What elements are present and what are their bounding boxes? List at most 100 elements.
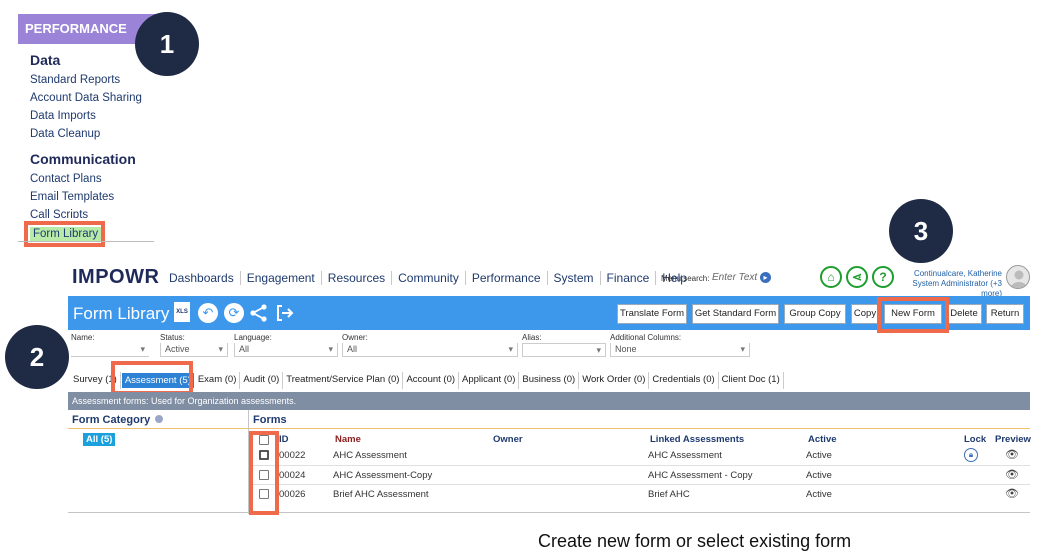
home-icon[interactable]: ⌂ <box>820 266 842 288</box>
row-name[interactable]: AHC Assessment-Copy <box>333 470 432 481</box>
column-header-lock[interactable]: Lock <box>964 434 986 445</box>
alias-filter-input[interactable] <box>522 343 606 357</box>
link-contact-plans[interactable]: Contact Plans <box>30 173 102 185</box>
row-linked: AHC Assessment - Copy <box>648 470 753 481</box>
name-filter-input[interactable] <box>71 343 149 357</box>
nav-dashboards[interactable]: Dashboards <box>163 271 241 285</box>
tab-applicant[interactable]: Applicant (0) <box>459 372 520 389</box>
row-id: 00022 <box>279 450 306 461</box>
additional-columns-label: Additional Columns: <box>610 333 682 342</box>
owner-filter-select[interactable]: All <box>342 343 518 357</box>
get-standard-form-button[interactable]: Get Standard Form <box>692 304 779 324</box>
alias-filter-label: Alias: <box>522 333 542 342</box>
column-header-name[interactable]: Name <box>335 434 361 445</box>
highlight-box-form-library <box>24 221 105 247</box>
lock-icon[interactable]: 🔒︎ <box>964 448 978 462</box>
section-title-communication: Communication <box>30 151 136 167</box>
table-row[interactable]: 00026 Brief AHC Assessment Brief AHC Act… <box>252 485 1030 504</box>
row-id: 00026 <box>279 489 306 500</box>
table-row[interactable]: 00022 AHC Assessment AHC Assessment Acti… <box>252 446 1030 465</box>
share-icon[interactable]: ⋖ <box>846 266 868 288</box>
preview-eye-icon[interactable]: 👁 <box>1005 448 1019 461</box>
section-title-data: Data <box>30 52 61 68</box>
link-call-scripts[interactable]: Call Scripts <box>30 209 88 218</box>
tab-credentials[interactable]: Credentials (0) <box>649 372 719 389</box>
page-title: Form Library <box>73 304 170 323</box>
row-linked: Brief AHC <box>648 489 690 500</box>
impowr-logo: IMPOWR <box>72 266 160 288</box>
return-button[interactable]: Return <box>986 304 1024 324</box>
tab-treatment-service-plan[interactable]: Treatment/Service Plan (0) <box>283 372 404 389</box>
column-header-id[interactable]: ID <box>279 434 289 445</box>
forms-heading: Forms <box>253 414 287 426</box>
delete-button[interactable]: Delete <box>946 304 982 324</box>
row-linked: AHC Assessment <box>648 450 722 461</box>
additional-columns-select[interactable]: None <box>610 343 750 357</box>
nav-finance[interactable]: Finance <box>601 271 657 285</box>
callout-step-3: 3 <box>889 199 953 263</box>
column-header-active[interactable]: Active <box>808 434 837 445</box>
help-icon[interactable]: ? <box>872 266 894 288</box>
share-icon[interactable] <box>249 303 269 323</box>
menu-search-label: Menu search: <box>661 274 710 283</box>
row-active: Active <box>806 470 832 481</box>
row-name[interactable]: AHC Assessment <box>333 450 407 461</box>
link-data-imports[interactable]: Data Imports <box>30 110 96 122</box>
nav-engagement[interactable]: Engagement <box>241 271 322 285</box>
sidebar-divider <box>18 241 154 242</box>
link-data-cleanup[interactable]: Data Cleanup <box>30 128 100 140</box>
user-name: Continualcare, Katherine <box>913 269 1002 278</box>
search-go-icon[interactable]: ▸ <box>760 272 771 283</box>
xls-icon[interactable]: XLS <box>174 302 190 322</box>
preview-eye-icon[interactable]: 👁 <box>1005 487 1019 500</box>
preview-eye-icon[interactable]: 👁 <box>1005 468 1019 481</box>
group-copy-button[interactable]: Group Copy <box>784 304 846 324</box>
tab-audit[interactable]: Audit (0) <box>240 372 284 389</box>
tab-business[interactable]: Business (0) <box>519 372 580 389</box>
form-category-heading: Form Category <box>72 414 164 426</box>
owner-filter-label: Owner: <box>342 333 368 342</box>
refresh-icon[interactable]: ⟳ <box>224 303 244 323</box>
info-bar: Assessment forms: Used for Organization … <box>68 392 1030 410</box>
link-account-data-sharing[interactable]: Account Data Sharing <box>30 92 142 104</box>
user-info[interactable]: Continualcare, Katherine System Administ… <box>896 269 1002 299</box>
top-nav: Dashboards Engagement Resources Communit… <box>163 271 693 285</box>
link-standard-reports[interactable]: Standard Reports <box>30 74 120 86</box>
menu-search-input[interactable]: Enter Text <box>712 272 757 283</box>
language-filter-label: Language: <box>234 333 272 342</box>
info-icon[interactable] <box>155 415 164 423</box>
link-email-templates[interactable]: Email Templates <box>30 191 114 203</box>
row-active: Active <box>806 450 832 461</box>
column-header-owner[interactable]: Owner <box>493 434 523 445</box>
nav-performance[interactable]: Performance <box>466 271 548 285</box>
tab-client-doc[interactable]: Client Doc (1) <box>719 372 784 389</box>
tab-exam[interactable]: Exam (0) <box>195 372 241 389</box>
category-all[interactable]: All (5) <box>83 433 116 446</box>
form-category-label: Form Category <box>72 414 151 426</box>
highlight-box-new-form <box>877 297 949 333</box>
row-active: Active <box>806 489 832 500</box>
column-header-preview[interactable]: Preview <box>995 434 1031 445</box>
undo-icon[interactable]: ↶ <box>198 303 218 323</box>
status-filter-label: Status: <box>160 333 185 342</box>
nav-system[interactable]: System <box>548 271 601 285</box>
tab-work-order[interactable]: Work Order (0) <box>579 372 650 389</box>
tab-account[interactable]: Account (0) <box>403 372 460 389</box>
language-filter-select[interactable]: All <box>234 343 338 357</box>
copy-button[interactable]: Copy <box>851 304 879 324</box>
exit-icon[interactable] <box>275 303 295 323</box>
status-filter-select[interactable]: Active <box>160 343 228 357</box>
row-id: 00024 <box>279 470 306 481</box>
column-header-linked[interactable]: Linked Assessments <box>650 434 744 445</box>
table-row[interactable]: 00024 AHC Assessment-Copy AHC Assessment… <box>252 466 1030 485</box>
instruction-caption: Create new form or select existing form <box>538 531 852 551</box>
highlight-box-checkboxes <box>249 431 279 515</box>
row-name[interactable]: Brief AHC Assessment <box>333 489 429 500</box>
callout-step-2: 2 <box>5 325 69 389</box>
nav-resources[interactable]: Resources <box>322 271 393 285</box>
callout-step-1: 1 <box>135 12 199 76</box>
translate-form-button[interactable]: Translate Form <box>617 304 687 324</box>
highlight-box-assessment-tab <box>111 361 193 395</box>
nav-community[interactable]: Community <box>392 271 466 285</box>
avatar[interactable] <box>1006 265 1030 289</box>
